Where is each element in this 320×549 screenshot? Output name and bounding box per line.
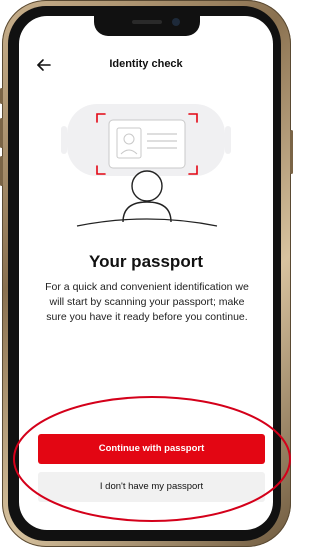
- passport-scan-illustration: [59, 94, 233, 238]
- stage: Identity check Your passport For a quick…: [0, 0, 295, 549]
- headline: Your passport: [89, 252, 203, 271]
- side-button-volume-up: [0, 118, 3, 148]
- app-header: Identity check: [19, 54, 273, 78]
- page-title: Identity check: [109, 58, 183, 70]
- person-head-icon: [131, 170, 163, 202]
- front-camera: [172, 18, 180, 26]
- speaker-grille: [132, 20, 162, 24]
- side-button-volume-down: [0, 156, 3, 186]
- app-screen: Identity check Your passport For a quick…: [19, 16, 273, 530]
- passport-card-icon: [108, 119, 186, 169]
- side-button-mute: [0, 88, 3, 104]
- side-button-power: [290, 130, 293, 174]
- no-passport-button[interactable]: I don't have my passport: [38, 472, 265, 502]
- phone-notch: [94, 14, 200, 36]
- continue-with-passport-button[interactable]: Continue with passport: [38, 434, 265, 464]
- description-text: For a quick and convenient identificatio…: [45, 281, 249, 323]
